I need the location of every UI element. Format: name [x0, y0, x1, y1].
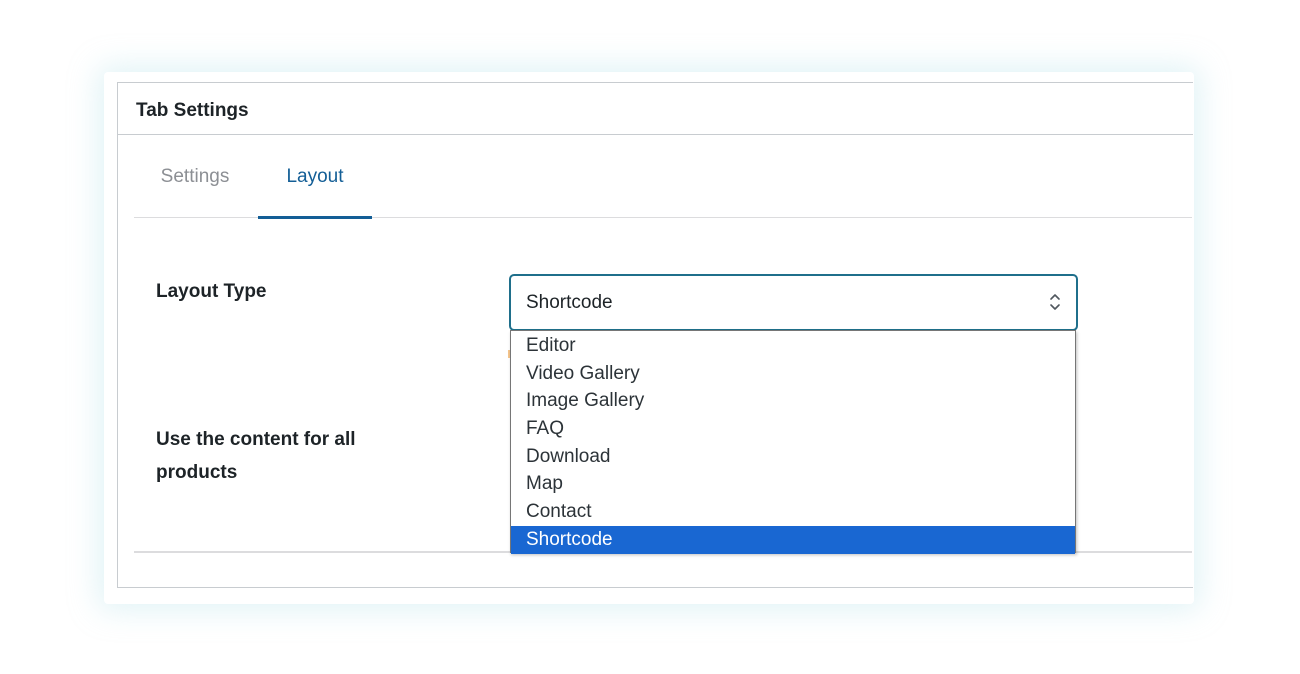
option-map[interactable]: Map [511, 470, 1075, 498]
use-content-label-line2: products [156, 462, 238, 483]
screen: Tab Settings Settings Layout Layout Type… [0, 0, 1300, 674]
option-image-gallery[interactable]: Image Gallery [511, 387, 1075, 415]
chevron-up-down-icon [1050, 294, 1060, 310]
layout-type-dropdown[interactable]: Editor Video Gallery Image Gallery FAQ D… [510, 330, 1076, 554]
layout-type-selected-value: Shortcode [526, 292, 613, 313]
option-contact[interactable]: Contact [511, 498, 1075, 526]
tab-layout[interactable]: Layout [258, 136, 372, 219]
option-video-gallery[interactable]: Video Gallery [511, 360, 1075, 388]
use-content-label-line1: Use the content for all [156, 429, 356, 450]
panel-header: Tab Settings [118, 83, 1193, 135]
option-editor[interactable]: Editor [511, 332, 1075, 360]
option-shortcode[interactable]: Shortcode [511, 525, 1075, 554]
option-faq[interactable]: FAQ [511, 415, 1075, 443]
use-content-label: Use the content for all products [156, 423, 396, 489]
option-download[interactable]: Download [511, 443, 1075, 471]
tab-bar: Settings Layout [134, 136, 1192, 219]
layout-type-label: Layout Type [156, 281, 267, 302]
tab-settings[interactable]: Settings [142, 136, 248, 217]
panel-title: Tab Settings [136, 100, 249, 121]
layout-type-select[interactable]: Shortcode [509, 274, 1078, 331]
